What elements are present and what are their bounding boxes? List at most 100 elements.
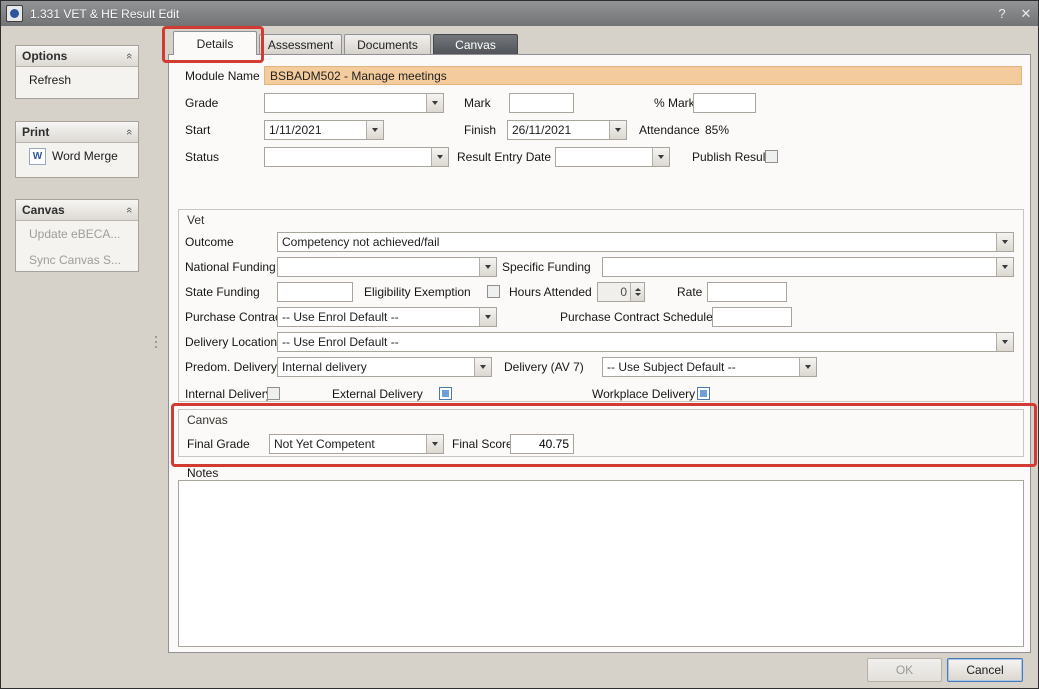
predom-delivery-select[interactable]: Internal delivery <box>277 357 492 377</box>
national-funding-select[interactable] <box>277 257 497 277</box>
purchase-contract-select[interactable]: -- Use Enrol Default -- <box>277 307 497 327</box>
tab-documents-label: Documents <box>357 38 418 52</box>
result-entry-date-label: Result Entry Date <box>457 147 551 167</box>
state-funding-input[interactable] <box>277 282 353 302</box>
chevron-down-icon[interactable] <box>996 333 1013 351</box>
chevron-down-icon[interactable] <box>426 94 443 112</box>
ok-button-label: OK <box>896 663 913 677</box>
chevron-down-icon[interactable] <box>996 233 1013 251</box>
ok-button[interactable]: OK <box>867 658 942 682</box>
final-score-label: Final Score <box>452 434 513 454</box>
notes-input[interactable] <box>178 480 1024 647</box>
purchase-contract-schedule-label: Purchase Contract Schedule <box>560 307 713 327</box>
module-name-field: BSBADM502 - Manage meetings <box>264 66 1022 85</box>
state-funding-label: State Funding <box>185 282 260 302</box>
chevron-up-icon[interactable]: « <box>123 207 135 213</box>
hours-attended-spinner[interactable]: 0 <box>597 282 645 302</box>
chevron-down-icon[interactable] <box>652 148 669 166</box>
print-group: Print « W Word Merge <box>15 121 139 178</box>
pct-mark-label: % Mark <box>654 93 695 113</box>
specific-funding-value <box>603 258 996 276</box>
title-bar: 1.331 VET & HE Result Edit ? ✕ <box>1 1 1038 26</box>
print-group-header[interactable]: Print « <box>16 122 138 143</box>
purchase-contract-schedule-input[interactable] <box>712 307 792 327</box>
grade-label: Grade <box>185 93 218 113</box>
module-name-label: Module Name <box>185 66 260 86</box>
word-icon: W <box>29 148 46 165</box>
canvas-group-box-title: Canvas <box>187 413 228 427</box>
rate-input[interactable] <box>707 282 787 302</box>
final-grade-value: Not Yet Competent <box>270 435 426 453</box>
chevron-down-icon[interactable] <box>799 358 816 376</box>
attendance-label: Attendance <box>639 120 700 140</box>
cancel-button[interactable]: Cancel <box>947 658 1023 682</box>
tab-documents[interactable]: Documents <box>344 34 431 55</box>
chevron-down-icon[interactable] <box>609 121 626 139</box>
refresh-label: Refresh <box>29 73 71 87</box>
pct-mark-input[interactable] <box>693 93 756 113</box>
chevron-down-icon[interactable] <box>474 358 491 376</box>
sidebar-item-update-ebeca: Update eBECA... <box>16 221 138 247</box>
publish-result-checkbox[interactable] <box>765 150 778 163</box>
tab-assessment-label: Assessment <box>268 38 333 52</box>
chevron-down-icon[interactable] <box>366 121 383 139</box>
chevron-up-icon[interactable]: « <box>123 53 135 59</box>
tab-details-label: Details <box>197 37 234 51</box>
result-entry-date-select[interactable] <box>555 147 670 167</box>
app-icon <box>6 5 23 22</box>
tab-canvas-label: Canvas <box>455 38 496 52</box>
delivery-location-select[interactable]: -- Use Enrol Default -- <box>277 332 1014 352</box>
specific-funding-select[interactable] <box>602 257 1014 277</box>
splitter[interactable] <box>153 31 159 682</box>
vet-group-title: Vet <box>187 213 204 227</box>
national-funding-label: National Funding <box>185 257 276 277</box>
mark-input[interactable] <box>509 93 574 113</box>
outcome-label: Outcome <box>185 232 234 252</box>
national-funding-value <box>278 258 479 276</box>
delivery-location-value: -- Use Enrol Default -- <box>278 333 996 351</box>
final-score-input[interactable] <box>510 434 574 454</box>
canvas-group-header[interactable]: Canvas « <box>16 200 138 221</box>
options-group-header[interactable]: Options « <box>16 46 138 67</box>
tab-assessment[interactable]: Assessment <box>259 34 342 55</box>
help-icon[interactable]: ? <box>990 4 1014 23</box>
status-select[interactable] <box>264 147 449 167</box>
rate-label: Rate <box>677 282 702 302</box>
tab-details[interactable]: Details <box>173 31 257 55</box>
outcome-value: Competency not achieved/fail <box>278 233 996 251</box>
cancel-button-label: Cancel <box>966 663 1003 677</box>
chevron-down-icon[interactable] <box>996 258 1013 276</box>
final-grade-label: Final Grade <box>187 434 250 454</box>
word-merge-label: Word Merge <box>52 149 118 163</box>
chevron-down-icon[interactable] <box>431 148 448 166</box>
chevron-down-icon[interactable] <box>479 258 496 276</box>
external-delivery-checkbox[interactable] <box>439 387 452 400</box>
finish-date-select[interactable]: 26/11/2021 <box>507 120 627 140</box>
chevron-down-icon[interactable] <box>479 308 496 326</box>
sidebar-item-refresh[interactable]: Refresh <box>16 67 138 93</box>
grade-select[interactable] <box>264 93 444 113</box>
canvas-group-title: Canvas <box>22 203 126 217</box>
internal-delivery-label: Internal Delivery <box>185 384 272 404</box>
eligibility-exemption-checkbox[interactable] <box>487 285 500 298</box>
internal-delivery-checkbox[interactable] <box>267 387 280 400</box>
sync-canvas-label: Sync Canvas S... <box>29 253 121 267</box>
specific-funding-label: Specific Funding <box>502 257 591 277</box>
tab-canvas[interactable]: Canvas <box>433 34 518 55</box>
start-date-select[interactable]: 1/11/2021 <box>264 120 384 140</box>
delivery-av7-select[interactable]: -- Use Subject Default -- <box>602 357 817 377</box>
canvas-sidebar-group: Canvas « Update eBECA... Sync Canvas S..… <box>15 199 139 272</box>
chevron-up-icon[interactable]: « <box>123 129 135 135</box>
close-icon[interactable]: ✕ <box>1014 4 1038 23</box>
workplace-delivery-checkbox[interactable] <box>697 387 710 400</box>
spinner-buttons[interactable] <box>630 283 644 301</box>
start-date-value: 1/11/2021 <box>265 121 366 139</box>
result-entry-date-value <box>556 148 652 166</box>
chevron-down-icon[interactable] <box>426 435 443 453</box>
sidebar-item-word-merge[interactable]: W Word Merge <box>16 143 138 169</box>
outcome-select[interactable]: Competency not achieved/fail <box>277 232 1014 252</box>
grade-value <box>265 94 426 112</box>
purchase-contract-value: -- Use Enrol Default -- <box>278 308 479 326</box>
delivery-location-label: Delivery Location <box>185 332 277 352</box>
final-grade-select[interactable]: Not Yet Competent <box>269 434 444 454</box>
